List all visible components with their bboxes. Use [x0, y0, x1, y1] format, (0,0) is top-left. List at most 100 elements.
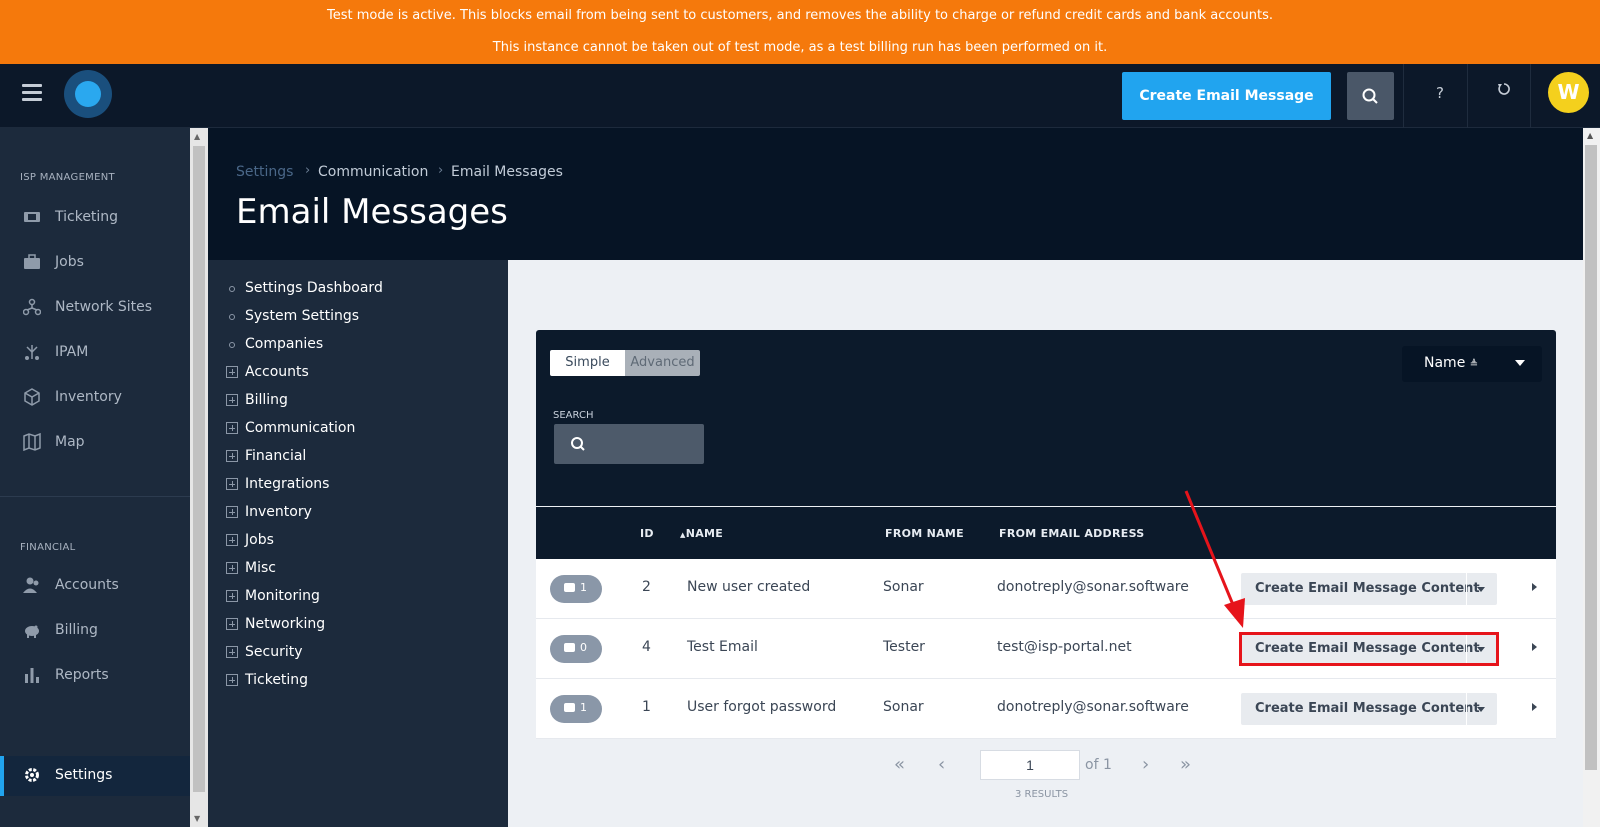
- user-avatar[interactable]: W: [1548, 72, 1589, 113]
- settings-menu-item-accounts[interactable]: Accounts: [208, 362, 508, 386]
- settings-menu-item-billing[interactable]: Billing: [208, 390, 508, 414]
- settings-menu-item-dashboard[interactable]: Settings Dashboard: [208, 278, 508, 302]
- chevron-down-icon[interactable]: [1477, 587, 1485, 592]
- expand-plus-icon[interactable]: [226, 674, 238, 686]
- nav-item-ipam[interactable]: IPAM: [0, 333, 190, 373]
- expand-plus-icon[interactable]: [226, 562, 238, 574]
- search-field[interactable]: [554, 424, 704, 464]
- bar-chart-icon: [25, 668, 39, 683]
- expand-plus-icon[interactable]: [226, 534, 238, 546]
- expand-row-icon[interactable]: [1532, 643, 1537, 651]
- settings-menu-item-ticketing[interactable]: Ticketing: [208, 670, 508, 694]
- chevron-down-icon[interactable]: [1477, 707, 1485, 712]
- table-row[interactable]: 0 4 Test Email Tester test@isp-portal.ne…: [536, 619, 1556, 679]
- scroll-up-icon[interactable]: ▲: [194, 132, 200, 141]
- scroll-up-icon[interactable]: ▲: [1587, 131, 1593, 140]
- breadcrumb-communication[interactable]: Communication: [318, 164, 428, 180]
- settings-menu-item-inventory[interactable]: Inventory: [208, 502, 508, 526]
- expand-plus-icon[interactable]: [226, 394, 238, 406]
- table-header: ID ▲NAME FROM NAME FROM EMAIL ADDRESS: [536, 507, 1556, 559]
- logo[interactable]: [64, 70, 112, 118]
- simple-toggle-button[interactable]: Simple: [550, 350, 625, 376]
- sort-select[interactable]: Name ≜: [1402, 346, 1542, 382]
- settings-menu-item-integrations[interactable]: Integrations: [208, 474, 508, 498]
- scroll-thumb[interactable]: [1585, 145, 1597, 770]
- last-page-icon[interactable]: »: [1180, 754, 1191, 775]
- search-input[interactable]: [590, 424, 700, 464]
- expand-plus-icon[interactable]: [226, 590, 238, 602]
- column-header-from-name[interactable]: FROM NAME: [885, 527, 964, 540]
- left-nav-scrollbar[interactable]: ▲ ▼: [190, 128, 208, 827]
- previous-page-icon[interactable]: ‹: [938, 754, 945, 775]
- advanced-toggle-button[interactable]: Advanced: [625, 350, 700, 376]
- expand-plus-icon[interactable]: [226, 366, 238, 378]
- expand-plus-icon[interactable]: [226, 618, 238, 630]
- breadcrumb-email-messages: Email Messages: [451, 164, 563, 180]
- expand-plus-icon[interactable]: [226, 478, 238, 490]
- help-icon[interactable]: ?: [1436, 84, 1444, 102]
- nav-item-settings[interactable]: Settings: [0, 756, 190, 796]
- breadcrumb-settings[interactable]: Settings: [236, 164, 293, 180]
- nav-item-jobs[interactable]: Jobs: [0, 243, 190, 283]
- comment-count-badge[interactable]: 1: [550, 695, 602, 723]
- scroll-down-icon[interactable]: ▼: [194, 814, 200, 823]
- expand-plus-icon[interactable]: [226, 450, 238, 462]
- create-email-message-content-button[interactable]: Create Email Message Content: [1241, 633, 1497, 665]
- bullet-icon: [229, 342, 235, 348]
- settings-menu-item-communication[interactable]: Communication: [208, 418, 508, 442]
- settings-menu-item-jobs[interactable]: Jobs: [208, 530, 508, 554]
- nav-item-inventory[interactable]: Inventory: [0, 378, 190, 418]
- next-page-icon[interactable]: ›: [1142, 754, 1149, 775]
- scroll-thumb[interactable]: [193, 146, 205, 792]
- hamburger-menu-icon[interactable]: [22, 84, 42, 102]
- settings-menu-item-companies[interactable]: Companies: [208, 334, 508, 358]
- cell-from-email: donotreply@sonar.software: [997, 699, 1189, 715]
- settings-menu-item-financial[interactable]: Financial: [208, 446, 508, 470]
- column-header-name[interactable]: ▲NAME: [680, 527, 723, 540]
- column-header-from-email[interactable]: FROM EMAIL ADDRESS: [999, 527, 1145, 540]
- settings-menu-item-security[interactable]: Security: [208, 642, 508, 666]
- page-number-input[interactable]: [980, 750, 1080, 780]
- comment-icon: [564, 583, 575, 592]
- expand-plus-icon[interactable]: [226, 646, 238, 658]
- first-page-icon[interactable]: «: [894, 754, 905, 775]
- settings-menu-label: Companies: [245, 336, 324, 352]
- nav-item-reports[interactable]: Reports: [0, 656, 190, 696]
- column-header-id[interactable]: ID: [640, 527, 654, 540]
- piggy-bank-icon: [25, 625, 39, 638]
- cell-name: User forgot password: [687, 699, 837, 715]
- nav-item-map[interactable]: Map: [0, 423, 190, 463]
- create-email-message-content-button[interactable]: Create Email Message Content: [1241, 693, 1497, 725]
- results-count: 3 RESULTS: [1015, 789, 1069, 800]
- pagination: « ‹ of 1 › »: [890, 750, 1210, 810]
- settings-menu-label: Financial: [245, 448, 307, 464]
- nav-item-ticketing[interactable]: Ticketing: [0, 198, 190, 238]
- global-search-button[interactable]: [1347, 72, 1394, 120]
- table-row[interactable]: 1 2 New user created Sonar donotreply@so…: [536, 559, 1556, 619]
- comment-count-badge[interactable]: 1: [550, 575, 602, 603]
- main-scrollbar[interactable]: ▲: [1583, 128, 1600, 827]
- expand-row-icon[interactable]: [1532, 583, 1537, 591]
- gear-icon: [25, 768, 39, 782]
- expand-plus-icon[interactable]: [226, 506, 238, 518]
- create-email-message-button[interactable]: Create Email Message: [1122, 72, 1331, 120]
- table-row[interactable]: 1 1 User forgot password Sonar donotrepl…: [536, 679, 1556, 739]
- cell-from-email: donotreply@sonar.software: [997, 579, 1189, 595]
- create-email-message-content-button[interactable]: Create Email Message Content: [1241, 573, 1497, 605]
- refresh-icon[interactable]: [1496, 81, 1512, 101]
- settings-menu-label: Misc: [245, 560, 276, 576]
- page-total: of 1: [1085, 757, 1112, 773]
- settings-menu-item-system-settings[interactable]: System Settings: [208, 306, 508, 330]
- nav-item-billing[interactable]: Billing: [0, 611, 190, 651]
- chevron-down-icon[interactable]: [1477, 647, 1485, 652]
- expand-plus-icon[interactable]: [226, 422, 238, 434]
- nav-item-network-sites[interactable]: Network Sites: [0, 288, 190, 328]
- comment-count-badge[interactable]: 0: [550, 635, 602, 663]
- settings-menu-item-monitoring[interactable]: Monitoring: [208, 586, 508, 610]
- page-header: Settings › Communication › Email Message…: [208, 128, 1583, 260]
- settings-menu-item-networking[interactable]: Networking: [208, 614, 508, 638]
- settings-menu-item-misc[interactable]: Misc: [208, 558, 508, 582]
- nav-item-accounts[interactable]: Accounts: [0, 566, 190, 606]
- expand-row-icon[interactable]: [1532, 703, 1537, 711]
- email-messages-table: ID ▲NAME FROM NAME FROM EMAIL ADDRESS 1 …: [536, 507, 1556, 739]
